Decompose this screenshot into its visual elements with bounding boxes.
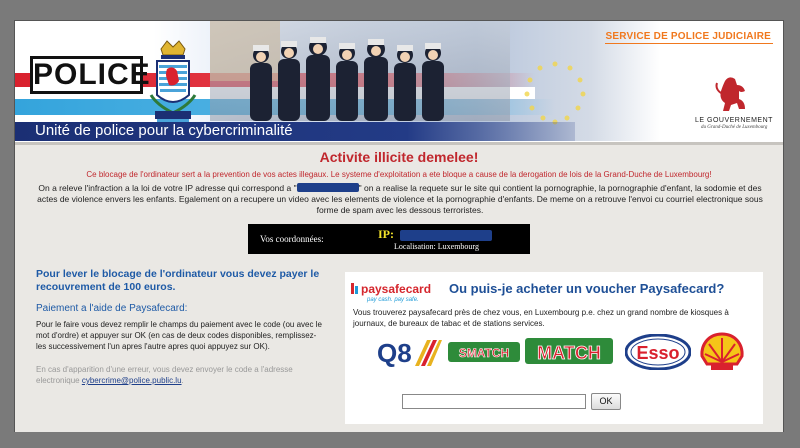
paysafecard-tagline: pay cash. pay safe. (367, 297, 419, 303)
voucher-code-input[interactable] (402, 394, 586, 409)
q8-logo-icon: Q8 (377, 338, 442, 368)
shell-logo-icon (700, 332, 744, 370)
notice-body-start: On a releve l'infraction a la loi de vot… (38, 183, 297, 193)
red-lion-icon (715, 77, 745, 111)
notice-body: On a releve l'infraction a la loi de vot… (30, 183, 770, 216)
paysafecard-mark-icon (351, 283, 358, 294)
police-label: POLICE (30, 56, 150, 94)
police-banner: POLICE Unité de police pour la cybercrim… (15, 21, 783, 141)
q8-logo-text: Q8 (377, 338, 412, 368)
match-logo-text: MATCH (537, 343, 601, 363)
notice-subtitle: Ce blocage de l'ordinateur sert a la pre… (86, 170, 712, 179)
error-note: En cas d'apparition d'une erreur, vous d… (36, 364, 326, 386)
payment-heading: Pour lever le blocage de l'ordinateur vo… (36, 268, 320, 293)
where-to-buy-body: Vous trouverez paysafecard près de chez … (353, 308, 729, 328)
luxembourg-crest-icon (149, 40, 197, 125)
coordinates-label: Vos coordonnées: (260, 234, 324, 244)
where-to-buy-heading: Ou puis-je acheter un voucher Paysafecar… (449, 281, 725, 296)
content-area: Activite illicite demelee! Ce blocage de… (15, 142, 783, 432)
esso-logo-text: Esso (636, 343, 679, 363)
location-label: Localisation: Luxembourg (394, 242, 479, 251)
smatch-logo-text: SMATCH (459, 346, 509, 360)
redacted-ip-value (400, 230, 492, 241)
ransom-window: POLICE Unité de police pour la cybercrim… (14, 20, 784, 432)
officers-photo-icon (210, 21, 510, 121)
match-logo-icon: MATCH (525, 338, 613, 364)
government-subtitle: du Grand-Duché de Luxembourg (701, 125, 768, 130)
government-title: LE GOUVERNEMENT (695, 117, 773, 124)
paysafecard-name: paysafecard (361, 282, 432, 296)
unit-title: Unité de police pour la cybercriminalité (35, 122, 293, 139)
smatch-logo-icon: SMATCH (448, 342, 520, 362)
payment-body: Pour le faire vous devez remplir le cham… (36, 320, 322, 351)
ip-label: IP: (378, 227, 394, 241)
ok-button[interactable]: OK (591, 393, 621, 410)
coordinates-box: Vos coordonnées: IP: Localisation: Luxem… (248, 224, 530, 254)
payment-subheading: Paiement a l'aide de Paysafecard: (36, 303, 188, 314)
paysafecard-panel: paysafecard pay cash. pay safe. Ou puis-… (345, 272, 763, 424)
paysafecard-logo: paysafecard pay cash. pay safe. (351, 278, 437, 308)
esso-logo-icon: Esso (625, 334, 691, 370)
contact-email-link[interactable]: cybercrime@police.public.lu (82, 376, 182, 385)
payment-instructions: Pour lever le blocage de l'ordinateur vo… (36, 268, 326, 386)
retailer-logos: Q8 SMATCH MATCH Esso (345, 332, 763, 374)
redacted-ip (296, 183, 359, 192)
service-title: SERVICE DE POLICE JUDICIAIRE (605, 31, 771, 42)
orange-divider (605, 43, 773, 44)
notice-title: Activite illicite demelee! (319, 149, 479, 165)
error-note-end: . (181, 376, 184, 385)
eu-stars-icon (524, 61, 586, 125)
